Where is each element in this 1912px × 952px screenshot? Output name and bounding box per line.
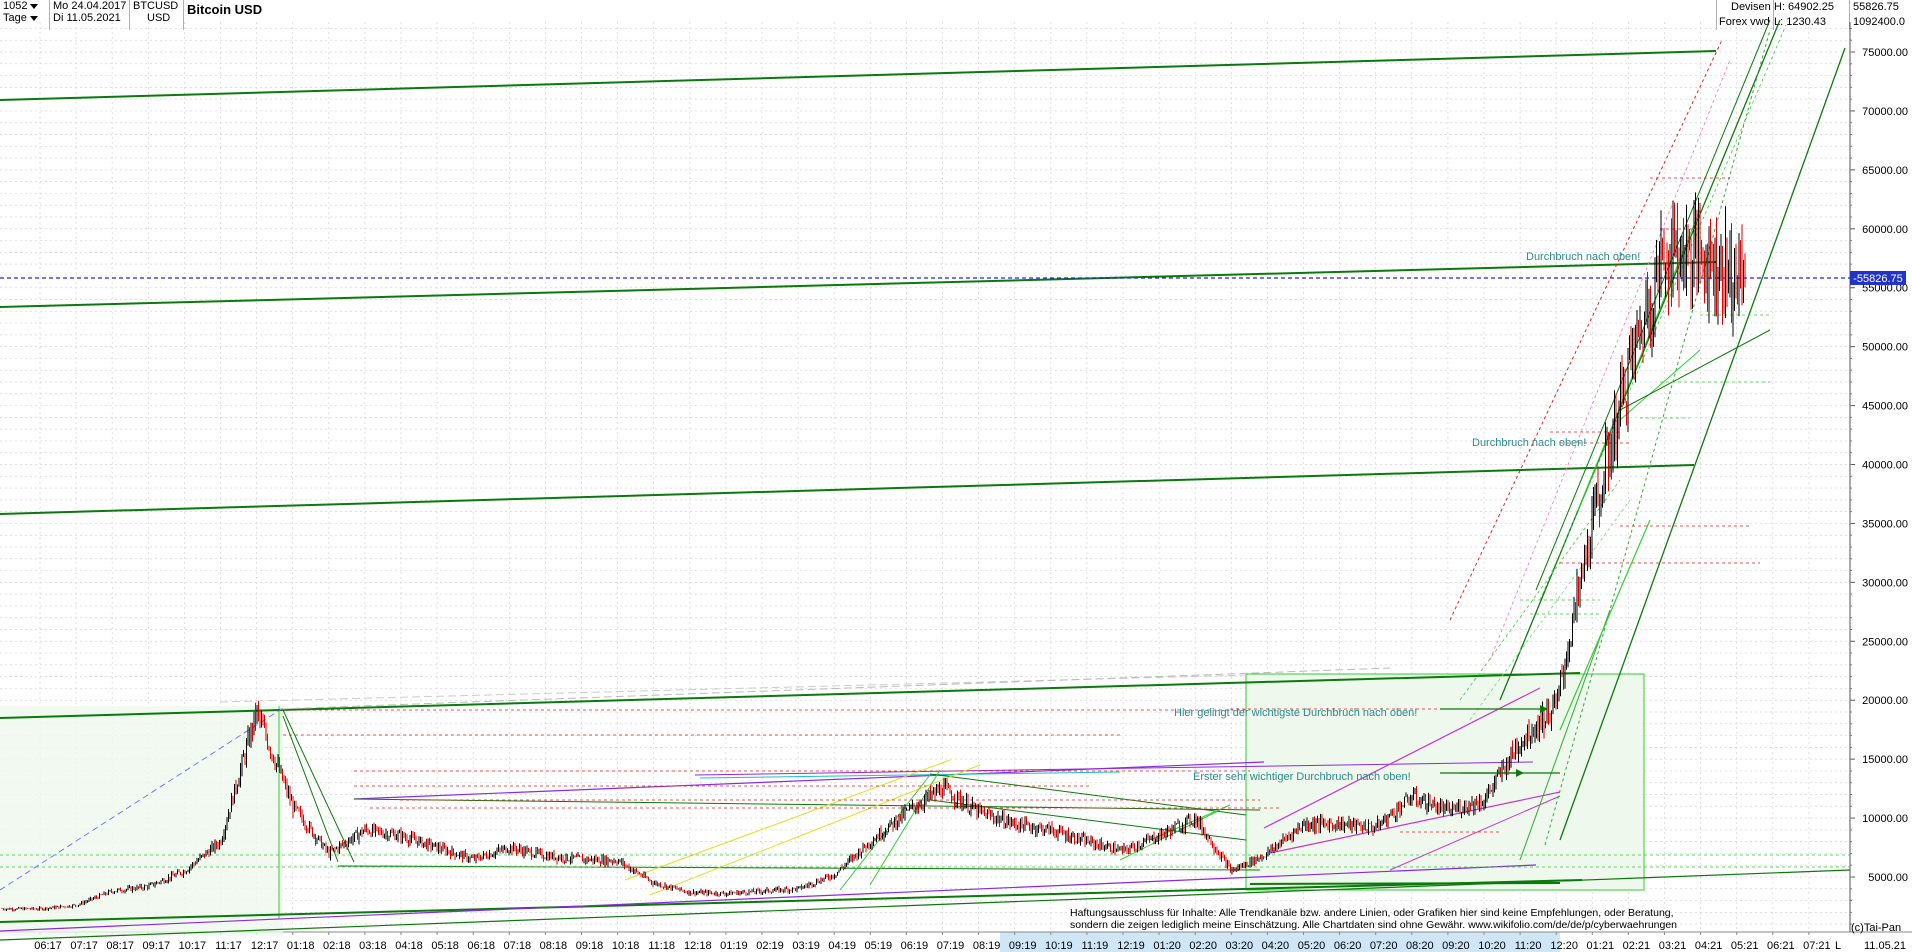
x-end-label: 11.05.21 bbox=[1864, 940, 1906, 952]
y-tick-label: 10000.00 bbox=[1862, 813, 1908, 825]
x-tick-label: 03:21 bbox=[1659, 940, 1687, 952]
x-tick-label: 10:17 bbox=[179, 940, 207, 952]
x-tick-label: 06:19 bbox=[901, 940, 929, 952]
y-tick-label: 15000.00 bbox=[1862, 754, 1908, 766]
x-tick-label: 02:21 bbox=[1623, 940, 1651, 952]
x-tick-label: 03:19 bbox=[792, 940, 820, 952]
x-tick-label: 06:17 bbox=[34, 940, 62, 952]
x-tick-label: 07:18 bbox=[504, 940, 532, 952]
x-tick-label: 04:20 bbox=[1262, 940, 1290, 952]
y-tick-label: 60000.00 bbox=[1862, 224, 1908, 236]
x-axis: 06:17 07:17 08:17 09:17 10:17 11:17 12:17 01:18… bbox=[0, 931, 1912, 952]
x-tick-label: 08:17 bbox=[106, 940, 134, 952]
annotation-first-breakout: Erster sehr wichtiger Durchbruch nach ob… bbox=[1193, 771, 1411, 783]
x-tick-label: 09:18 bbox=[576, 940, 604, 952]
x-tick-label: 01:21 bbox=[1587, 940, 1615, 952]
y-tick-label: 20000.00 bbox=[1862, 695, 1908, 707]
support-line bbox=[1249, 882, 1561, 885]
price-chart[interactable]: 06:17 07:17 08:17 09:17 10:17 11:17 12:17 01:18… bbox=[0, 0, 1912, 952]
x-tick-label: 10:18 bbox=[612, 940, 640, 952]
x-tick-label: 05:21 bbox=[1731, 940, 1759, 952]
x-tick-label: 02:19 bbox=[756, 940, 784, 952]
trend-line bbox=[282, 715, 339, 863]
y-tick-label: 75000.00 bbox=[1862, 47, 1908, 59]
x-tick-label: 11:17 bbox=[215, 940, 242, 952]
trend-line bbox=[0, 50, 1717, 101]
y-tick-label: 40000.00 bbox=[1862, 460, 1908, 472]
disclaimer-line-1: Haftungsausschluss für Inhalte: Alle Tre… bbox=[1070, 907, 1674, 919]
disclaimer-line-2: sondern die zeigen lediglich meine Einsc… bbox=[1070, 919, 1678, 931]
y-tick-label: 45000.00 bbox=[1862, 401, 1908, 413]
x-tick-label: 07:20 bbox=[1370, 940, 1398, 952]
trend-line bbox=[353, 761, 1265, 800]
trend-line bbox=[353, 798, 1261, 811]
x-tick-label: 12:19 bbox=[1117, 940, 1145, 952]
chart-window: { "header": { "bar_count": "1052", "inte… bbox=[0, 0, 1912, 952]
copyright: (c)Tai-Pan bbox=[1851, 922, 1902, 934]
annotation-breakout-1: Durchbruch nach oben! bbox=[1526, 251, 1640, 263]
trend-line bbox=[0, 464, 1695, 515]
current-price-text: -55826.75 bbox=[1853, 273, 1903, 285]
x-tick-label: 10:19 bbox=[1045, 940, 1073, 952]
x-tick-label: 09:20 bbox=[1442, 940, 1470, 952]
x-tick-label: 06:18 bbox=[467, 940, 495, 952]
x-tick-label: 01:19 bbox=[720, 940, 748, 952]
x-tick-label: 05:18 bbox=[431, 940, 459, 952]
x-tick-label: 06:21 bbox=[1767, 940, 1795, 952]
disclaimer: Haftungsausschluss für Inhalte: Alle Tre… bbox=[1070, 907, 1677, 931]
y-tick-label: 5000.00 bbox=[1868, 872, 1908, 884]
x-tick-label: 05:19 bbox=[865, 940, 893, 952]
x-tick-label: 09:17 bbox=[143, 940, 171, 952]
x-tick-label: 07:21 bbox=[1803, 940, 1831, 952]
x-tick-label: 07:17 bbox=[70, 940, 98, 952]
x-tick-label: 12:18 bbox=[684, 940, 712, 952]
x-tick-label: 08:20 bbox=[1406, 940, 1434, 952]
trend-line bbox=[624, 759, 951, 881]
zone-left bbox=[0, 706, 283, 936]
x-tick-label: 07:19 bbox=[937, 940, 965, 952]
annotation-main-breakout: Hier gelingt der wichtigste Durchbruch n… bbox=[1174, 707, 1417, 719]
x-tick-label: 03:20 bbox=[1226, 940, 1254, 952]
x-tick-label: 02:20 bbox=[1189, 940, 1217, 952]
x-axis-letter: L bbox=[1835, 940, 1841, 952]
x-tick-label: 09:19 bbox=[1009, 940, 1037, 952]
x-tick-label: 12:20 bbox=[1550, 940, 1578, 952]
x-tick-label: 06:20 bbox=[1334, 940, 1362, 952]
y-tick-label: 70000.00 bbox=[1862, 106, 1908, 118]
y-tick-label: 50000.00 bbox=[1862, 342, 1908, 354]
y-axis: 5000.00 10000.00 15000.00 20000.00 25000.00 3… bbox=[1849, 22, 1908, 932]
x-tick-label: 08:18 bbox=[540, 940, 568, 952]
x-tick-label: 04:21 bbox=[1695, 940, 1723, 952]
x-tick-label: 11:18 bbox=[648, 940, 675, 952]
x-tick-label: 04:18 bbox=[395, 940, 423, 952]
x-tick-label: 10:20 bbox=[1478, 940, 1506, 952]
current-price-label: -55826.75 bbox=[1850, 270, 1906, 285]
x-tick-label: 05:20 bbox=[1298, 940, 1326, 952]
y-tick-label: 65000.00 bbox=[1862, 165, 1908, 177]
x-tick-label: 03:18 bbox=[359, 940, 387, 952]
trend-line bbox=[1499, 19, 1781, 701]
x-tick-label: 02:18 bbox=[323, 940, 351, 952]
trend-line bbox=[1449, 39, 1723, 621]
y-tick-label: 35000.00 bbox=[1862, 518, 1908, 530]
x-tick-label: 11:19 bbox=[1082, 940, 1109, 952]
x-tick-label: 12:17 bbox=[251, 940, 279, 952]
x-tick-label: 01:20 bbox=[1153, 940, 1181, 952]
x-tick-label: 08:19 bbox=[973, 940, 1001, 952]
trend-line bbox=[0, 261, 1717, 308]
annotation-breakout-2: Durchbruch nach oben! bbox=[1472, 437, 1586, 449]
x-tick-label: 11:20 bbox=[1515, 940, 1542, 952]
trend-line bbox=[1489, 59, 1731, 661]
y-tick-label: 25000.00 bbox=[1862, 636, 1908, 648]
y-tick-label: 30000.00 bbox=[1862, 577, 1908, 589]
x-tick-label: 01:18 bbox=[287, 940, 315, 952]
x-tick-label: 04:19 bbox=[828, 940, 856, 952]
trend-line bbox=[1559, 47, 1846, 841]
